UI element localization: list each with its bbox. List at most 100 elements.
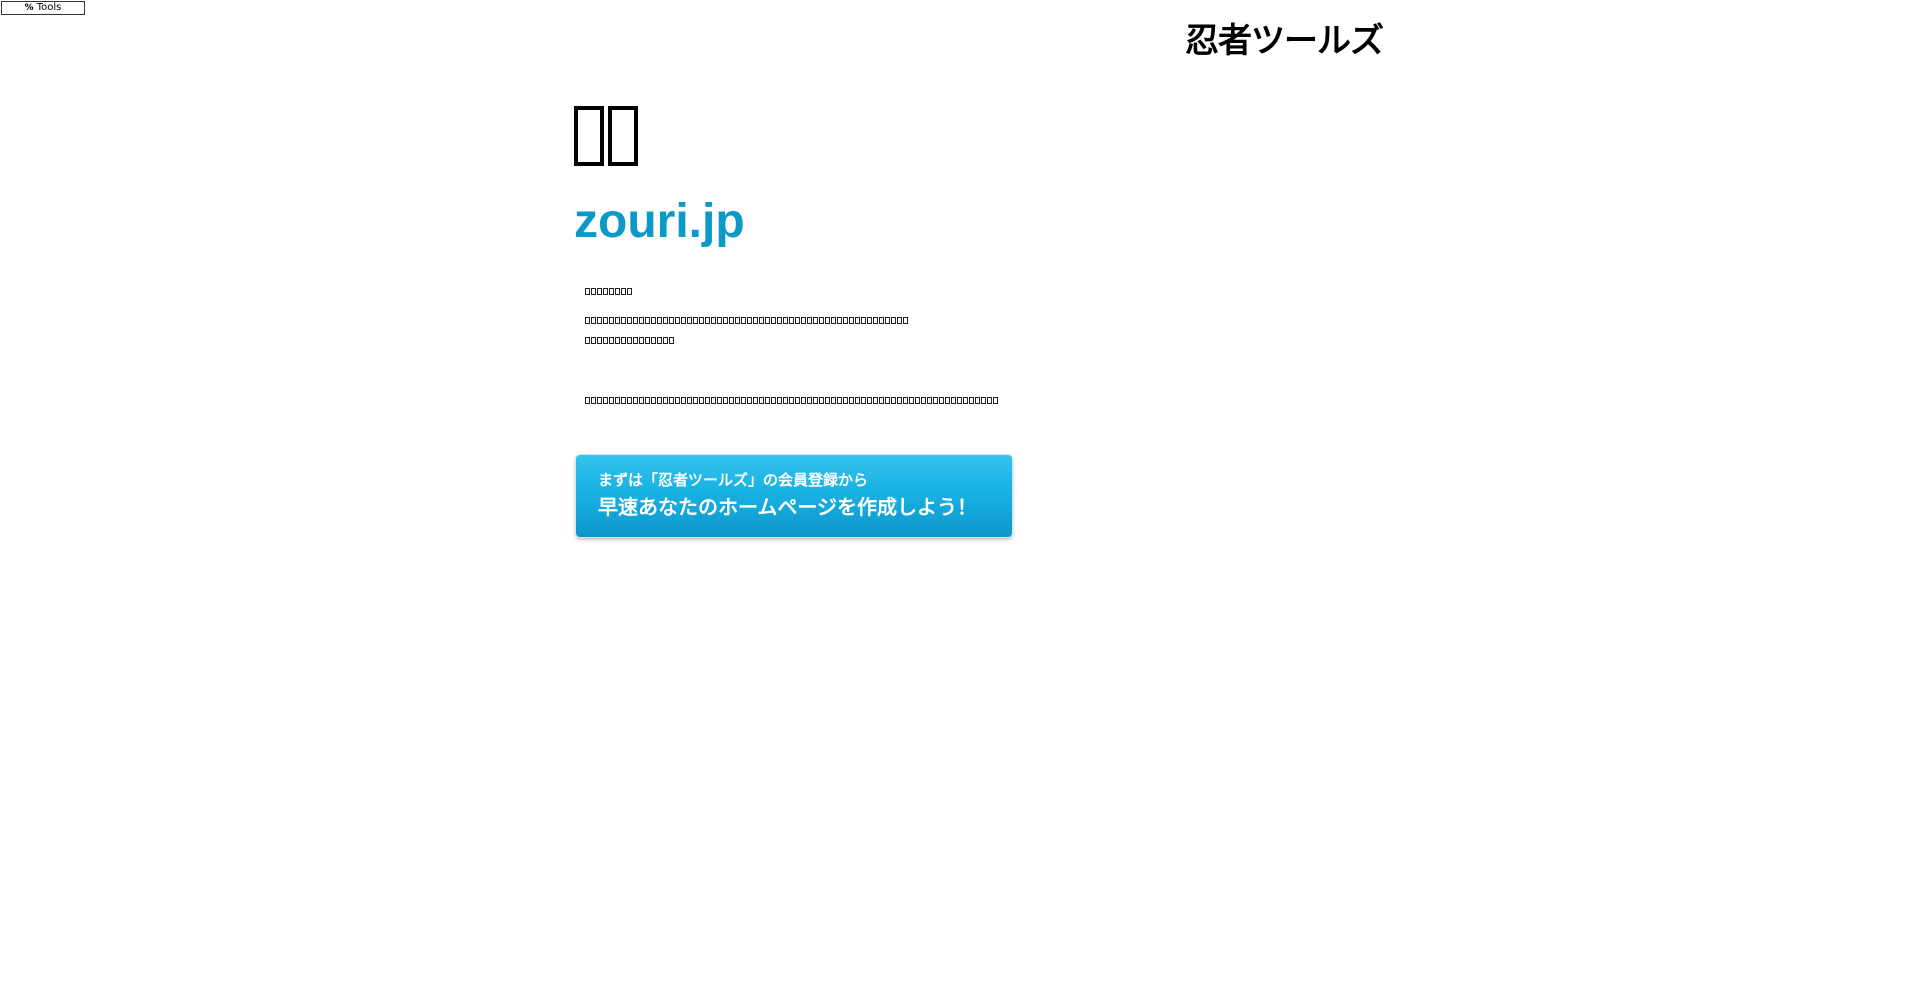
missing-glyph <box>627 288 632 295</box>
missing-glyph <box>993 397 998 404</box>
missing-glyph <box>855 317 860 324</box>
missing-glyph <box>609 288 614 295</box>
missing-glyph <box>969 397 974 404</box>
missing-glyph <box>909 397 914 404</box>
missing-glyph <box>741 317 746 324</box>
missing-glyph <box>621 317 626 324</box>
missing-glyph <box>897 397 902 404</box>
missing-glyph <box>729 317 734 324</box>
missing-glyph <box>609 337 614 344</box>
missing-glyph <box>921 397 926 404</box>
missing-glyph <box>981 397 986 404</box>
missing-glyph <box>585 337 590 344</box>
missing-glyph <box>663 317 668 324</box>
missing-glyph <box>717 397 722 404</box>
missing-glyph <box>639 317 644 324</box>
missing-glyph <box>608 106 638 166</box>
missing-glyph <box>753 397 758 404</box>
missing-glyph <box>591 288 596 295</box>
missing-glyph <box>603 337 608 344</box>
missing-glyph <box>777 317 782 324</box>
missing-glyph <box>693 397 698 404</box>
missing-glyph <box>825 397 830 404</box>
missing-glyph <box>603 397 608 404</box>
missing-glyph <box>699 317 704 324</box>
missing-glyph <box>933 397 938 404</box>
missing-glyph <box>729 397 734 404</box>
missing-glyph <box>765 317 770 324</box>
missing-glyph <box>615 337 620 344</box>
missing-glyph <box>819 397 824 404</box>
missing-glyph <box>615 288 620 295</box>
missing-glyph <box>843 317 848 324</box>
missing-glyph <box>627 397 632 404</box>
missing-glyph <box>663 397 668 404</box>
missing-glyph <box>783 397 788 404</box>
missing-glyph <box>681 397 686 404</box>
missing-glyph <box>699 397 704 404</box>
missing-glyph <box>651 337 656 344</box>
missing-glyph <box>885 317 890 324</box>
missing-glyph <box>687 317 692 324</box>
missing-glyph <box>957 397 962 404</box>
missing-glyph <box>813 397 818 404</box>
cta-line-1: まずは「忍者ツールズ」の会員登録から <box>598 471 869 489</box>
missing-glyph <box>801 397 806 404</box>
missing-glyph <box>574 106 604 166</box>
register-cta-button[interactable]: まずは「忍者ツールズ」の会員登録から 早速あなたのホームページを作成しよう！ <box>576 455 1012 537</box>
missing-glyph <box>669 317 674 324</box>
missing-glyph <box>651 317 656 324</box>
missing-glyph <box>639 337 644 344</box>
missing-glyph <box>831 397 836 404</box>
missing-glyph <box>597 397 602 404</box>
missing-glyph <box>789 397 794 404</box>
missing-glyph <box>903 397 908 404</box>
missing-glyph <box>945 397 950 404</box>
missing-glyph <box>873 317 878 324</box>
missing-glyph <box>855 397 860 404</box>
missing-glyph <box>867 397 872 404</box>
page-heading-glyphs <box>574 98 638 178</box>
ninja-tools-badge[interactable]: % Tools <box>1 1 85 15</box>
cta-line-2: 早速あなたのホームページを作成しよう！ <box>598 495 977 519</box>
missing-glyph <box>615 317 620 324</box>
missing-glyph <box>807 317 812 324</box>
missing-glyph <box>927 397 932 404</box>
missing-glyph <box>939 397 944 404</box>
missing-glyph <box>837 317 842 324</box>
missing-glyph <box>759 317 764 324</box>
missing-glyph <box>627 337 632 344</box>
missing-glyph <box>879 397 884 404</box>
missing-glyph <box>783 317 788 324</box>
missing-glyph <box>873 397 878 404</box>
missing-glyph <box>777 397 782 404</box>
ninja-tools-logo[interactable]: 忍者ツールズ <box>1185 18 1384 61</box>
missing-glyph <box>795 317 800 324</box>
notice-text-line <box>585 337 674 344</box>
missing-glyph <box>597 288 602 295</box>
missing-glyph <box>657 397 662 404</box>
missing-glyph <box>681 317 686 324</box>
missing-glyph <box>645 337 650 344</box>
missing-glyph <box>789 317 794 324</box>
missing-glyph <box>747 397 752 404</box>
missing-glyph <box>765 397 770 404</box>
missing-glyph <box>633 397 638 404</box>
missing-glyph <box>891 397 896 404</box>
missing-glyph <box>771 397 776 404</box>
missing-glyph <box>867 317 872 324</box>
missing-glyph <box>759 397 764 404</box>
notice-text-line <box>585 397 998 404</box>
missing-glyph <box>669 337 674 344</box>
missing-glyph <box>879 317 884 324</box>
missing-glyph <box>735 317 740 324</box>
missing-glyph <box>657 317 662 324</box>
missing-glyph <box>705 317 710 324</box>
missing-glyph <box>597 337 602 344</box>
missing-glyph <box>747 317 752 324</box>
missing-glyph <box>837 397 842 404</box>
missing-glyph <box>627 317 632 324</box>
missing-glyph <box>825 317 830 324</box>
missing-glyph <box>609 317 614 324</box>
missing-glyph <box>885 397 890 404</box>
